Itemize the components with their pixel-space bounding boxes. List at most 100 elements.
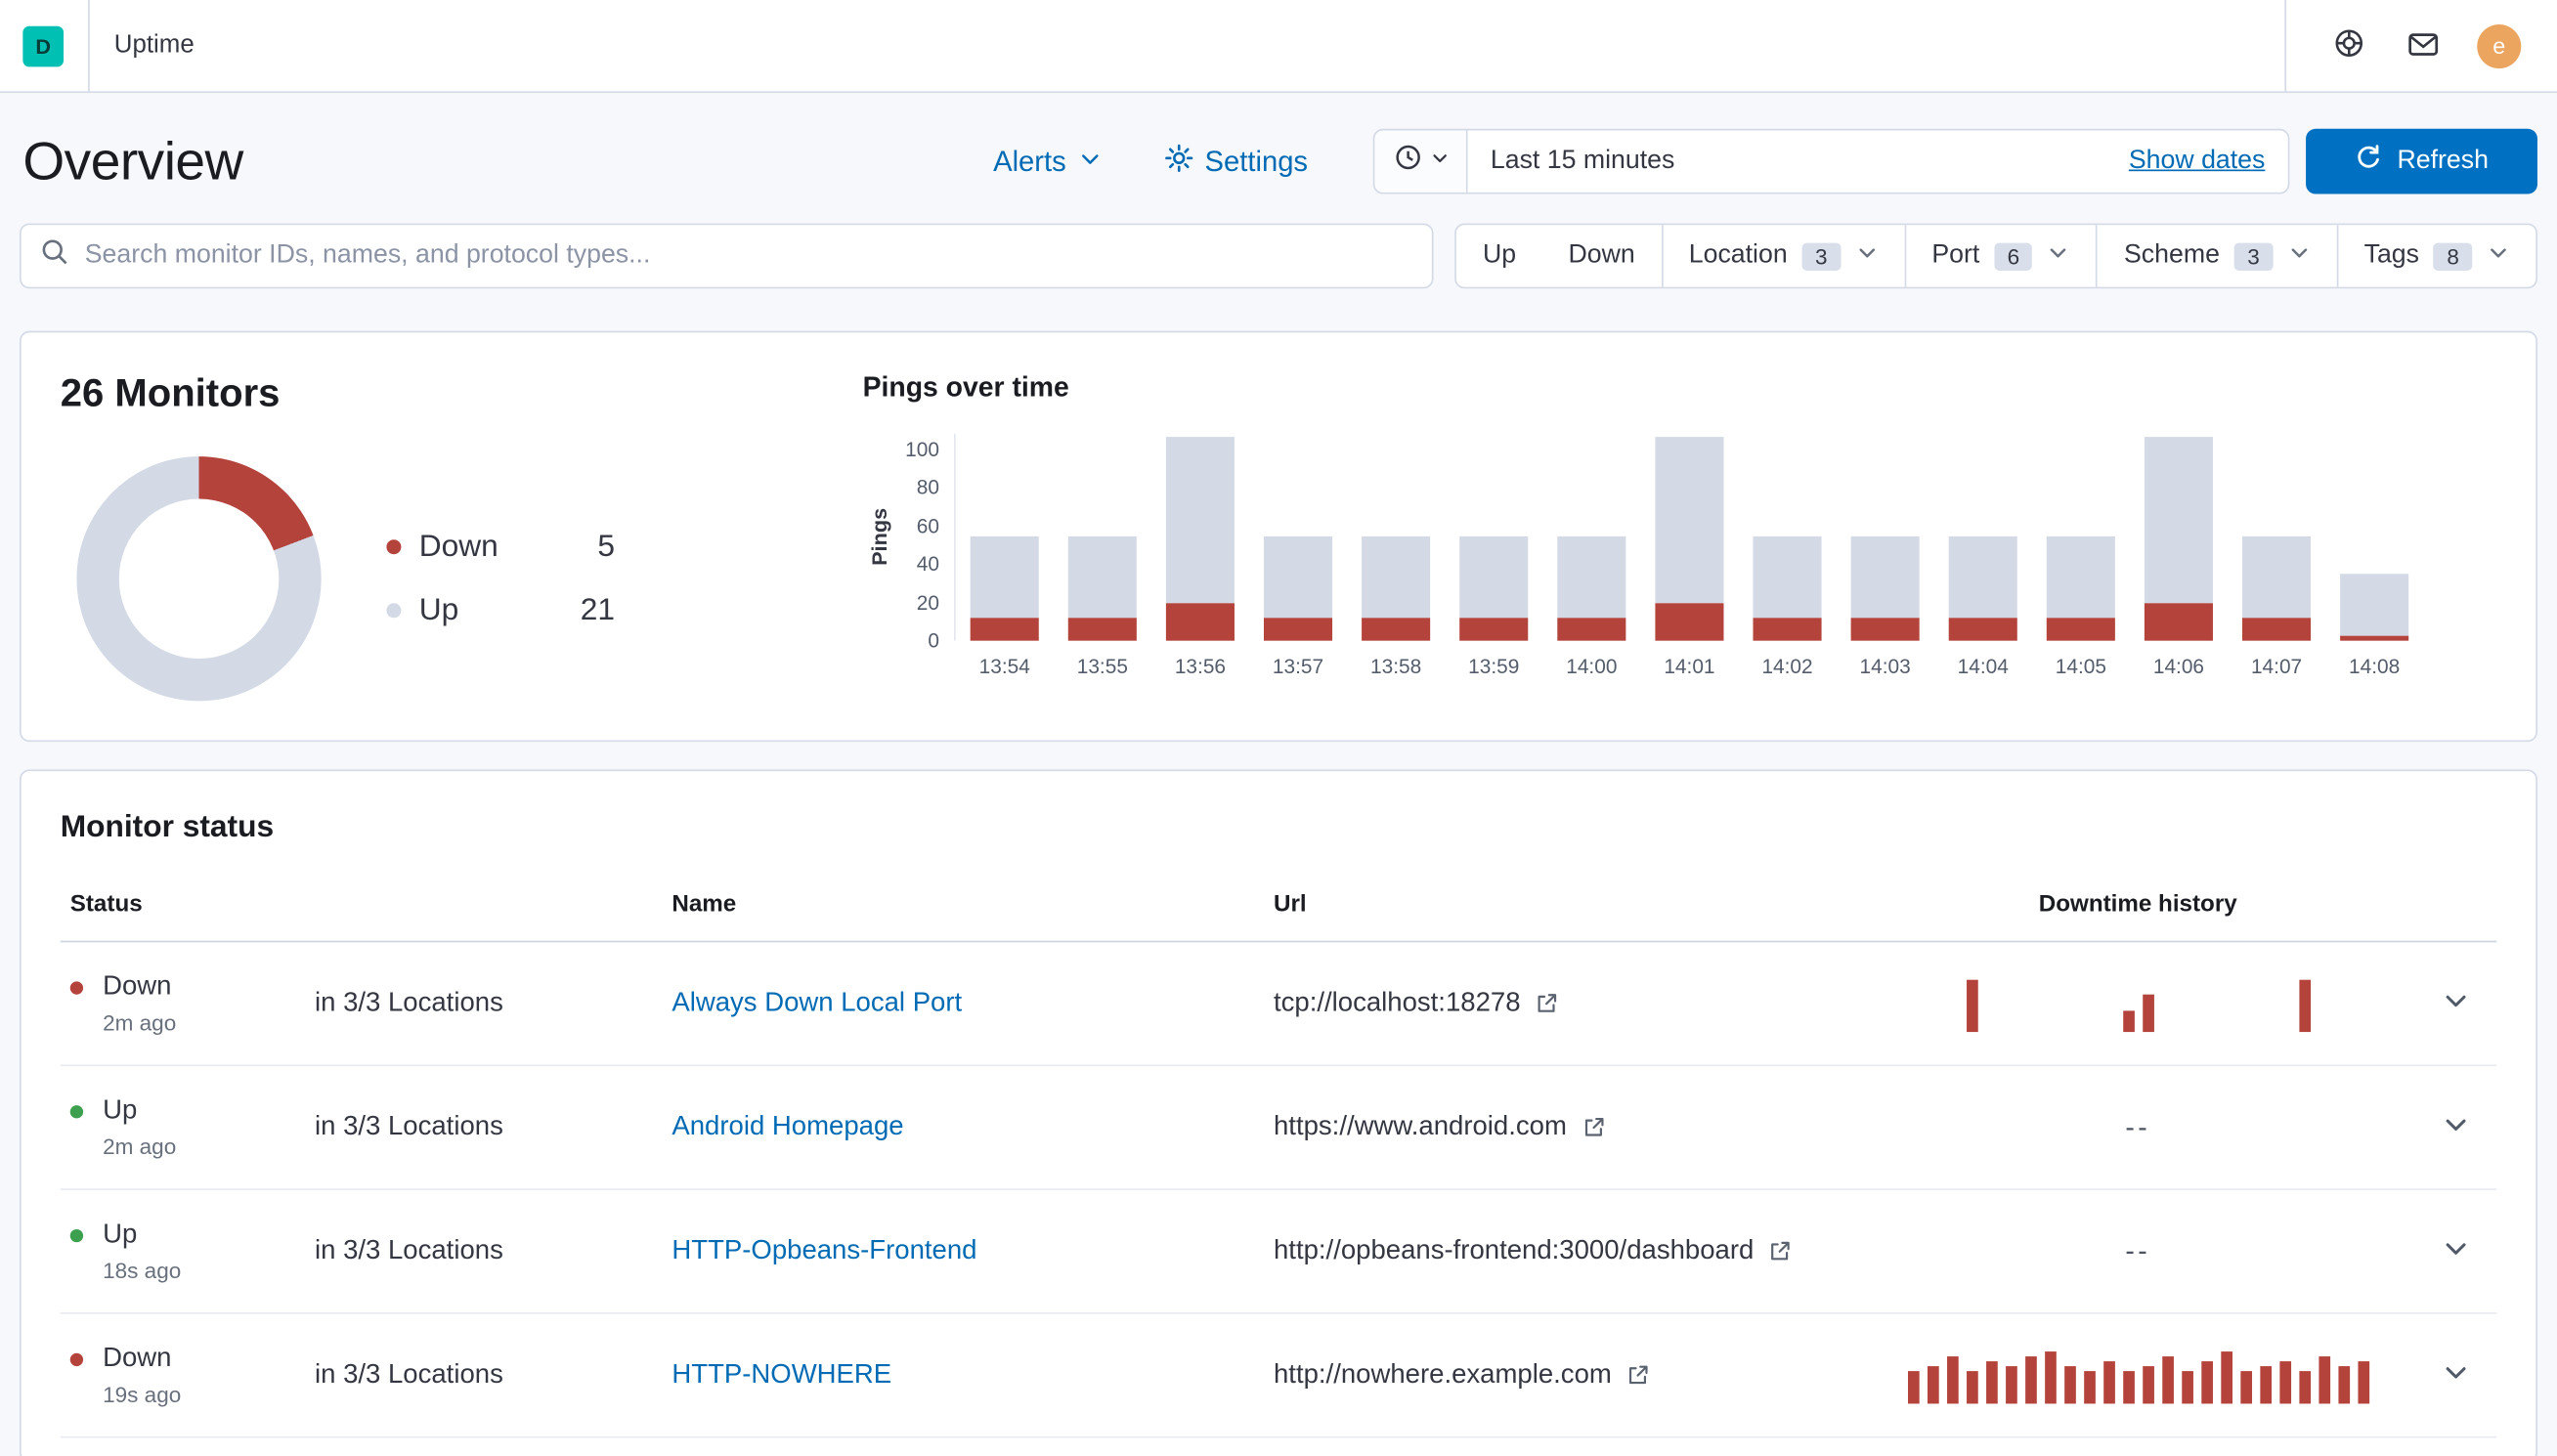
downtime-history-cell <box>1893 976 2383 1032</box>
monitor-url: http://nowhere.example.com <box>1274 1359 1612 1391</box>
external-link-icon[interactable] <box>1536 991 1560 1015</box>
show-dates-button[interactable]: Show dates <box>2129 147 2288 176</box>
legend-item-up: Up 21 <box>386 592 615 628</box>
locations-cell: in 3/3 Locations <box>315 1359 672 1391</box>
search-box <box>20 224 1434 289</box>
last-check-time: 19s ago <box>61 1383 315 1407</box>
y-axis-tick: 80 <box>917 477 939 499</box>
column-header-status: Status <box>61 892 315 919</box>
legend-label: Down <box>419 529 498 565</box>
monitor-url: tcp://localhost:18278 <box>1274 988 1521 1019</box>
expand-row-button[interactable] <box>2435 1351 2477 1398</box>
refresh-button[interactable]: Refresh <box>2306 129 2537 194</box>
pings-up-segment <box>1166 437 1235 603</box>
downtime-bar <box>1966 1372 1977 1403</box>
filter-tags-button[interactable]: Tags 8 <box>2336 225 2535 286</box>
monitor-status-title: Monitor status <box>61 810 2497 846</box>
pings-bar-group: 14:01 <box>1640 434 1738 641</box>
help-button[interactable] <box>2311 0 2386 91</box>
monitor-name-link[interactable]: HTTP-Opbeans-Frontend <box>672 1236 976 1265</box>
table-row: Down 2m ago in 3/3 Locations Always Down… <box>61 942 2497 1066</box>
legend-label: Up <box>419 592 459 628</box>
newsfeed-button[interactable] <box>2386 0 2461 91</box>
chevron-down-icon <box>2442 986 2471 1020</box>
downtime-bar <box>2240 1372 2252 1403</box>
downtime-bar <box>2220 1350 2232 1402</box>
time-range-display[interactable]: Last 15 minutes <box>1468 147 2129 176</box>
topbar-divider <box>2284 0 2286 91</box>
pings-bar-group: 14:02 <box>1738 434 1836 641</box>
pings-down-segment <box>1362 618 1430 640</box>
downtime-bar <box>2024 1356 2036 1403</box>
locations-cell: in 3/3 Locations <box>315 988 672 1019</box>
pings-bar-group: 13:57 <box>1249 434 1347 641</box>
downtime-bar <box>2358 1361 2369 1403</box>
table-row: Down 19s ago in 3/3 Locations HTTP-NOWHE… <box>61 1314 2497 1438</box>
monitor-status-table: Status Name Url Downtime history Down 2m… <box>61 882 2497 1438</box>
settings-button[interactable]: Settings <box>1164 143 1308 180</box>
pings-up-segment <box>2242 535 2311 618</box>
url-cell: http://opbeans-frontend:3000/dashboard <box>1274 1236 1893 1267</box>
external-link-icon[interactable] <box>1768 1239 1793 1263</box>
table-header: Status Name Url Downtime history <box>61 882 2497 943</box>
gear-icon <box>1164 143 1193 180</box>
filter-count-badge: 3 <box>2234 242 2273 270</box>
filter-label: Port <box>1931 241 1979 271</box>
filter-down-button[interactable]: Down <box>1542 225 1662 286</box>
refresh-label: Refresh <box>2397 147 2488 176</box>
alerts-menu-button[interactable]: Alerts <box>993 145 1102 179</box>
pings-bar-group: 13:56 <box>1151 434 1249 641</box>
pings-down-segment <box>2145 603 2213 641</box>
filter-up-button[interactable]: Up <box>1456 225 1542 286</box>
downtime-bar <box>2122 1010 2134 1031</box>
filter-location-button[interactable]: Location 3 <box>1661 225 1904 286</box>
table-row: Up 2m ago in 3/3 Locations Android Homep… <box>61 1066 2497 1190</box>
status-label: Up <box>103 1095 137 1127</box>
filter-port-button[interactable]: Port 6 <box>1904 225 2097 286</box>
monitors-donut-chart <box>76 456 321 701</box>
downtime-bar <box>1966 979 1977 1031</box>
pings-up-segment <box>2340 574 2408 634</box>
downtime-bar <box>2044 1350 2056 1402</box>
downtime-empty: -- <box>2125 1235 2150 1267</box>
table-row: Up 18s ago in 3/3 Locations HTTP-Opbeans… <box>61 1190 2497 1314</box>
status-dot <box>70 1228 83 1241</box>
monitor-name-link[interactable]: Always Down Local Port <box>672 988 962 1017</box>
filter-label: Location <box>1689 241 1788 271</box>
pings-up-segment <box>1068 535 1137 618</box>
y-axis-tick: 100 <box>905 439 939 461</box>
downtime-history-cell: -- <box>1893 1099 2383 1155</box>
breadcrumb[interactable]: Uptime <box>114 31 195 61</box>
status-label: Up <box>103 1220 137 1251</box>
expand-row-button[interactable] <box>2435 980 2477 1027</box>
pings-down-segment <box>1557 618 1625 640</box>
status-cell: Down 19s ago <box>61 1344 315 1407</box>
pings-bar-group: 14:05 <box>2032 434 2130 641</box>
topbar-divider <box>88 0 90 91</box>
filter-scheme-button[interactable]: Scheme 3 <box>2097 225 2337 286</box>
status-dot <box>70 1352 83 1365</box>
expand-row-button[interactable] <box>2435 1103 2477 1150</box>
legend-value: 21 <box>581 592 615 628</box>
external-link-icon[interactable] <box>1582 1115 1606 1139</box>
search-icon <box>41 238 68 275</box>
topbar-actions: e <box>2260 0 2534 91</box>
user-avatar[interactable]: e <box>2477 23 2521 67</box>
downtime-bar <box>2142 1366 2153 1402</box>
chevron-down-icon <box>2287 240 2310 272</box>
monitor-name-link[interactable]: Android Homepage <box>672 1112 903 1141</box>
monitor-name-link[interactable]: HTTP-NOWHERE <box>672 1359 891 1389</box>
external-link-icon[interactable] <box>1626 1363 1651 1388</box>
last-check-time: 2m ago <box>61 1010 315 1035</box>
donut-legend: Down 5 Up 21 <box>386 529 615 628</box>
filter-count-badge: 8 <box>2434 242 2472 270</box>
search-input[interactable] <box>85 241 1412 271</box>
expand-row-button[interactable] <box>2435 1227 2477 1274</box>
app-logo[interactable]: D <box>22 25 64 66</box>
downtime-sparkline <box>1907 976 2368 1032</box>
pings-bar-group: 13:54 <box>956 434 1054 641</box>
downtime-bar <box>2005 1366 2016 1402</box>
pings-bar-group: 14:00 <box>1542 434 1640 641</box>
pings-down-segment <box>1655 603 1723 641</box>
quick-select-button[interactable] <box>1374 130 1467 192</box>
